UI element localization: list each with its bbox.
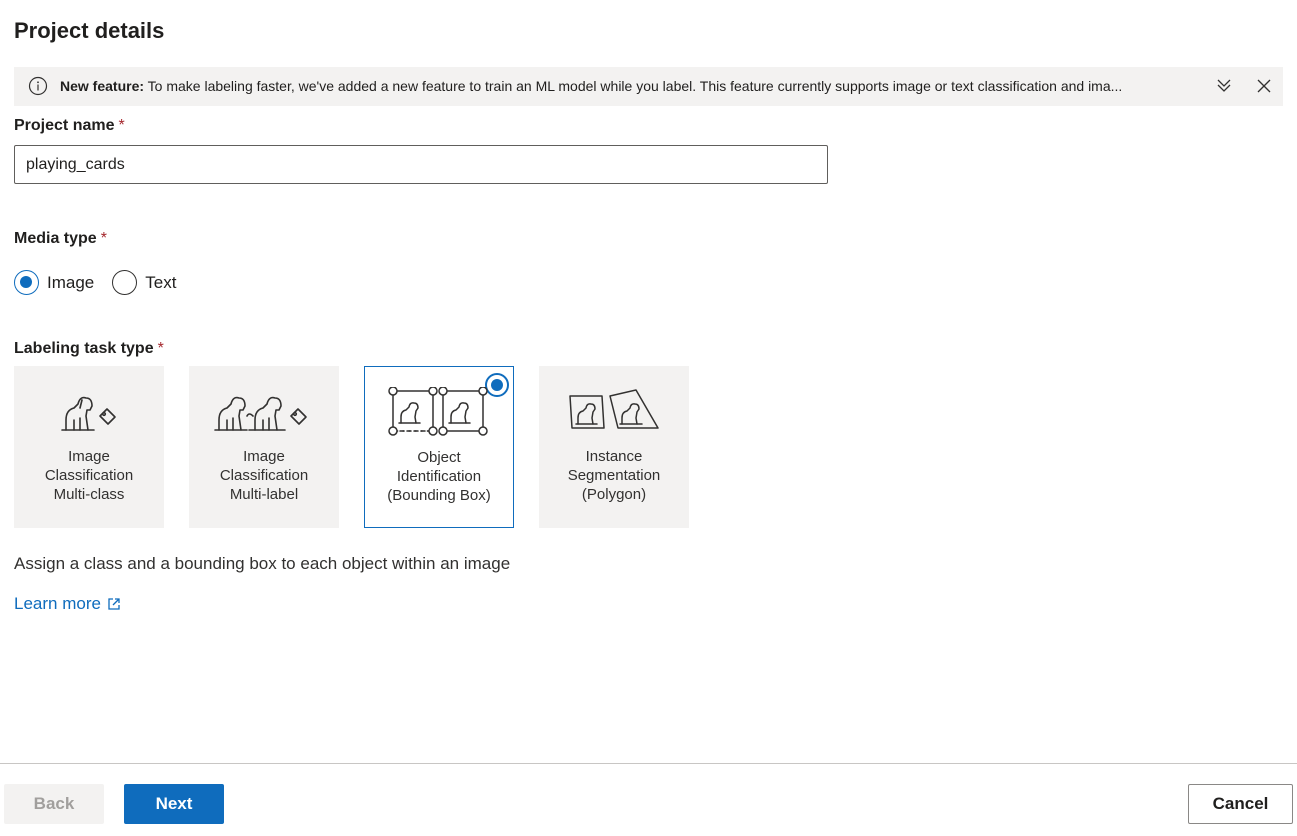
close-icon[interactable]: [1254, 76, 1274, 96]
chevron-double-down-icon[interactable]: [1214, 76, 1234, 96]
radio-text[interactable]: Text: [112, 270, 176, 295]
tile-label-line: Object: [417, 449, 461, 466]
tile-label-line: Image: [68, 448, 110, 465]
banner-text: To make labeling faster, we've added a n…: [144, 78, 1123, 94]
learn-more-text[interactable]: Learn more: [14, 594, 101, 614]
tile-label-line: (Bounding Box): [387, 487, 491, 504]
tile-instance-segmentation-polygon[interactable]: Instance Segmentation (Polygon): [539, 366, 689, 528]
back-button[interactable]: Back: [4, 784, 104, 824]
page-title: Project details: [14, 18, 165, 43]
labeling-task-type-label: Labeling task type *: [14, 340, 164, 358]
radio-image[interactable]: Image: [14, 270, 94, 295]
radio-image-label: Image: [47, 272, 95, 292]
footer-divider: [0, 763, 1297, 764]
tile-label: Image Classification Multi-class: [14, 447, 164, 504]
dog-tag-icon: [61, 396, 116, 431]
tile-label: Object Identification (Bounding Box): [365, 448, 513, 505]
tile-label-line: Classification: [44, 467, 134, 484]
tile-label-line: Segmentation: [567, 467, 661, 484]
media-type-label-text: Media type: [14, 230, 97, 247]
project-name-input[interactable]: [14, 145, 828, 184]
media-type-radio-group: Image Text: [14, 270, 194, 295]
tile-label-line: Multi-label: [229, 486, 299, 503]
tile-label-line: Identification: [396, 468, 482, 485]
tile-label-line: Multi-class: [53, 486, 125, 503]
project-name-label: Project name *: [14, 117, 125, 135]
banner-label: New feature:: [60, 78, 145, 94]
tile-label-line: Instance: [585, 448, 643, 465]
dogs-tag-icon: [214, 396, 307, 431]
tile-object-identification-bounding-box[interactable]: Object Identification (Bounding Box): [364, 366, 514, 528]
tile-label: Instance Segmentation (Polygon): [539, 447, 689, 504]
bounding-box-icon: [388, 387, 488, 436]
tile-label-line: Classification: [219, 467, 309, 484]
tile-label-line: (Polygon): [581, 486, 647, 503]
info-icon: [28, 76, 48, 96]
required-mark: *: [118, 117, 125, 134]
next-button[interactable]: Next: [124, 784, 224, 824]
banner-message: New feature: To make labeling faster, we…: [60, 78, 1205, 94]
tile-image-classification-multi-class[interactable]: Image Classification Multi-class: [14, 366, 164, 528]
cancel-button[interactable]: Cancel: [1188, 784, 1293, 824]
polygon-icon: [569, 389, 659, 429]
tile-image-classification-multi-label[interactable]: Image Classification Multi-label: [189, 366, 339, 528]
radio-text-label: Text: [145, 272, 177, 292]
external-link-icon: [108, 598, 120, 610]
project-name-label-text: Project name: [14, 117, 115, 134]
tile-label-line: Image: [243, 448, 285, 465]
radio-text-circle[interactable]: [112, 270, 138, 295]
learn-more-link[interactable]: Learn more: [14, 594, 121, 614]
task-type-description: Assign a class and a bounding box to eac…: [14, 554, 511, 573]
tile-label: Image Classification Multi-label: [189, 447, 339, 504]
required-mark: *: [100, 230, 107, 247]
required-mark: *: [157, 340, 164, 357]
radio-image-circle[interactable]: [14, 270, 39, 295]
new-feature-banner: New feature: To make labeling faster, we…: [14, 67, 1283, 106]
media-type-label: Media type *: [14, 230, 107, 248]
labeling-task-type-label-text: Labeling task type: [14, 340, 154, 357]
